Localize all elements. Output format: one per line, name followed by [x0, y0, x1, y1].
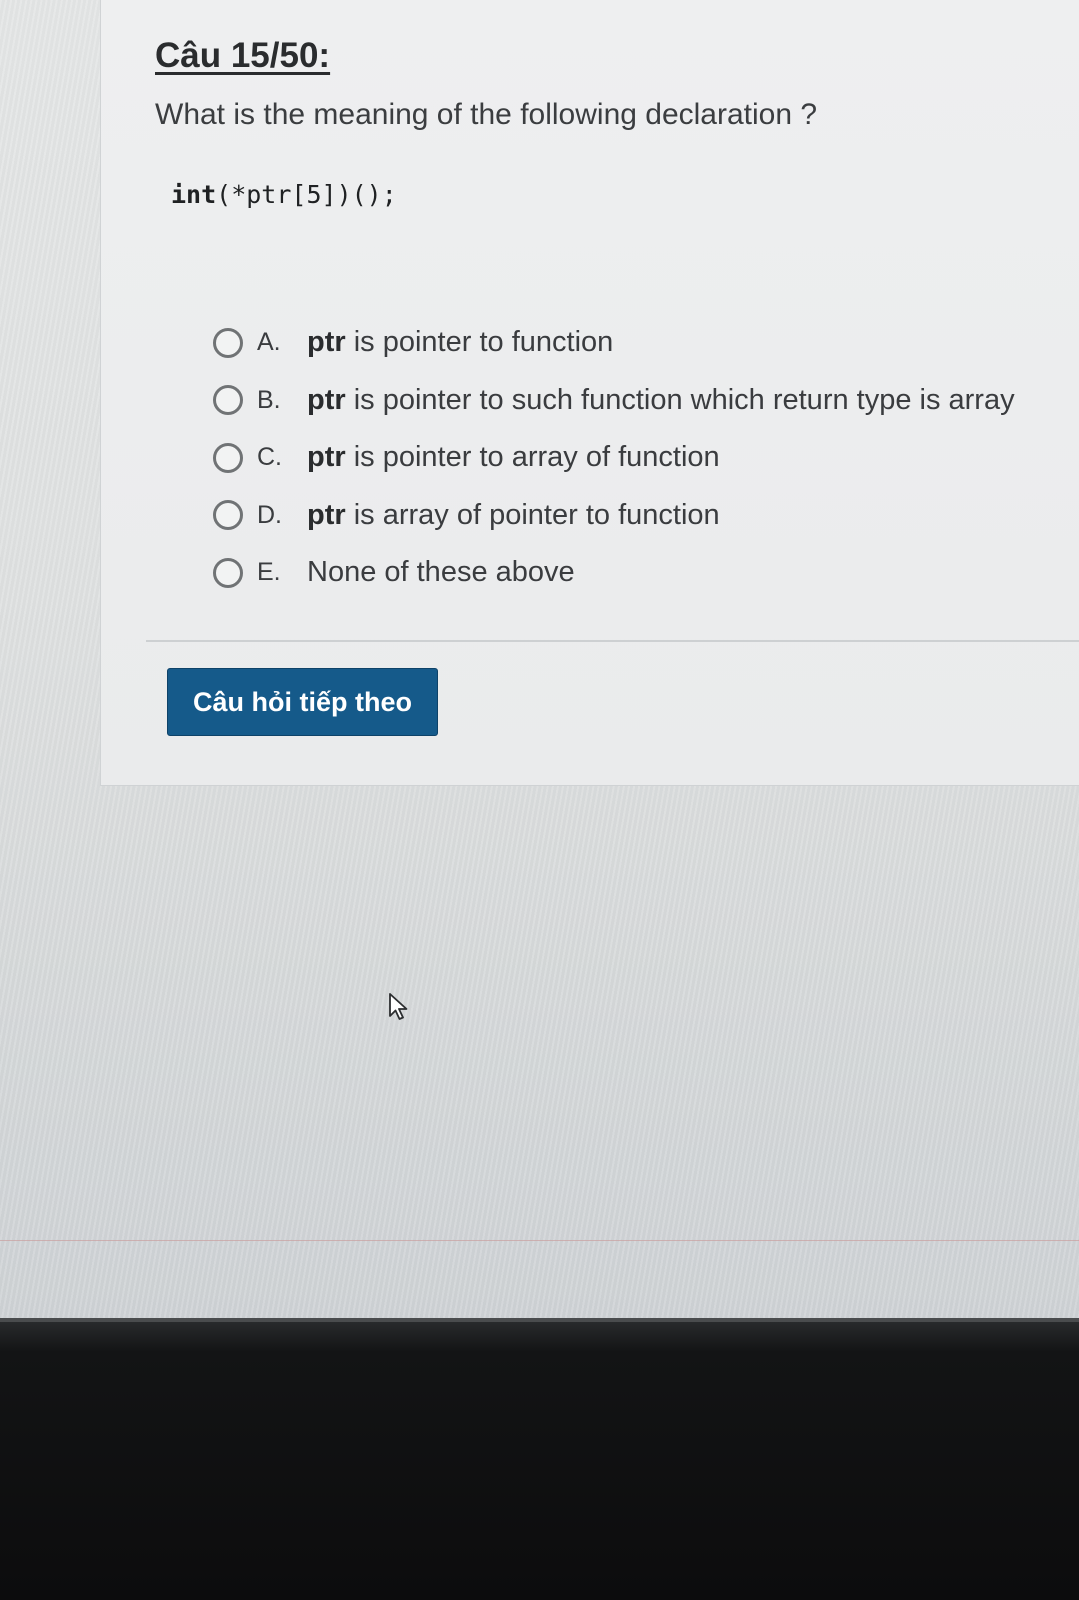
option-keyword: ptr	[307, 498, 346, 531]
screen-edge-line	[0, 1240, 1079, 1241]
option-label: ptr is pointer to such function which re…	[307, 384, 1015, 417]
option-letter: D.	[257, 500, 282, 529]
option-text: is pointer to array of function	[345, 441, 720, 474]
option-text: is array of pointer to function	[345, 498, 720, 531]
radio-unchecked-icon[interactable]	[213, 385, 243, 416]
option-a[interactable]: A. ptr is pointer to function	[213, 314, 1015, 372]
option-letter: A.	[257, 328, 281, 357]
option-label: None of these above	[307, 556, 575, 589]
option-letter: B.	[257, 385, 281, 414]
option-d[interactable]: D. ptr is array of pointer to function	[213, 487, 1015, 545]
option-letter: C.	[257, 443, 282, 472]
option-text: is pointer to function	[345, 326, 614, 359]
question-number-title: Câu 15/50:	[155, 36, 331, 75]
option-keyword: ptr	[307, 441, 346, 474]
option-text: None of these above	[307, 556, 575, 589]
option-c[interactable]: C. ptr is pointer to array of function	[213, 429, 1015, 487]
option-keyword: ptr	[307, 383, 346, 416]
option-label: ptr is pointer to array of function	[307, 441, 720, 474]
mouse-pointer-icon	[389, 993, 408, 1020]
code-keyword: int	[171, 180, 217, 209]
radio-unchecked-icon[interactable]	[213, 327, 243, 358]
option-e[interactable]: E. None of these above	[213, 544, 1015, 602]
screen: Câu 15/50: What is the meaning of the fo…	[0, 0, 1079, 1318]
radio-unchecked-icon[interactable]	[213, 500, 243, 531]
radio-unchecked-icon[interactable]	[213, 442, 243, 473]
option-letter: E.	[257, 558, 281, 587]
option-text: is pointer to such function which return…	[345, 383, 1015, 416]
answer-options: A. ptr is pointer to function B. ptr is …	[213, 314, 1015, 602]
question-text: What is the meaning of the following dec…	[155, 98, 818, 131]
radio-unchecked-icon[interactable]	[213, 557, 243, 588]
option-b[interactable]: B. ptr is pointer to such function which…	[213, 372, 1015, 430]
next-question-button[interactable]: Câu hỏi tiếp theo	[167, 668, 438, 736]
code-snippet: int(*ptr[5])();	[171, 180, 397, 209]
code-rest: (*ptr[5])();	[216, 180, 397, 209]
question-card: Câu 15/50: What is the meaning of the fo…	[100, 0, 1079, 786]
divider	[146, 640, 1079, 642]
option-keyword: ptr	[307, 326, 346, 359]
monitor-bezel	[0, 1318, 1079, 1600]
option-label: ptr is array of pointer to function	[307, 499, 720, 532]
option-label: ptr is pointer to function	[307, 326, 613, 359]
